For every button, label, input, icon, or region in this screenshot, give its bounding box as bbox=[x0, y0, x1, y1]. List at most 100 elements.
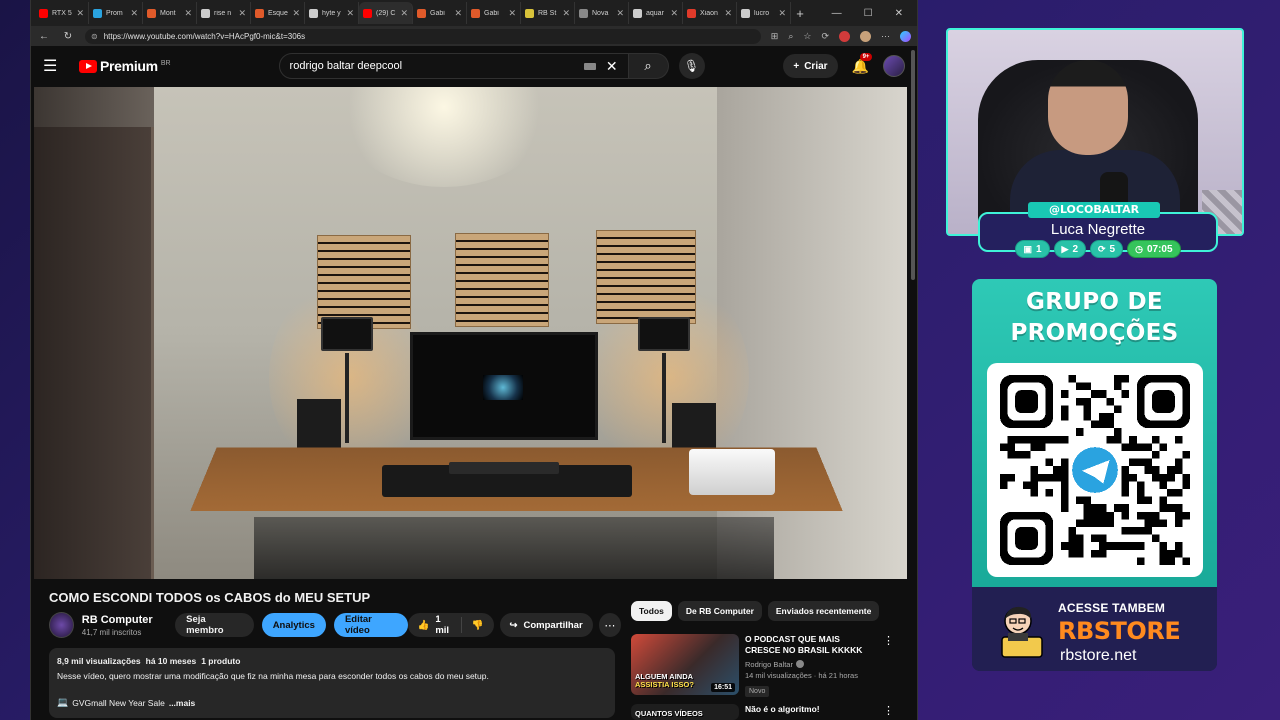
description-box[interactable]: 8,9 mil visualizações há 10 meses 1 prod… bbox=[49, 648, 615, 718]
qr-code-graphic bbox=[1000, 375, 1190, 565]
address-bar[interactable]: ⊜ https://www.youtube.com/watch?v=HAcPgf… bbox=[85, 28, 761, 44]
channel-avatar[interactable] bbox=[49, 612, 74, 638]
browser-tab[interactable]: Xiaon ✕ bbox=[683, 2, 737, 24]
more-dots-icon: ⋯ bbox=[604, 619, 616, 632]
tab-label: hyte y bbox=[322, 9, 341, 17]
hamburger-menu-icon[interactable]: ☰ bbox=[43, 56, 71, 76]
channel-name[interactable]: RB Computer bbox=[82, 614, 167, 626]
promo-title-line2: PROMOÇÕES bbox=[1010, 320, 1179, 346]
related-menu-icon[interactable]: ⋮ bbox=[883, 704, 894, 720]
tab-close-icon[interactable]: ✕ bbox=[454, 8, 462, 19]
account-avatar[interactable] bbox=[883, 55, 905, 77]
site-info-icon[interactable]: ⊜ bbox=[91, 32, 98, 41]
related-thumbnail[interactable]: QUANTOS VÍDEOS bbox=[631, 704, 739, 720]
related-video-item[interactable]: ALGUEM AINDA ASSISTIA ISSO? 16:51 O PODC… bbox=[631, 634, 894, 698]
share-button[interactable]: ↪ Compartilhar bbox=[499, 613, 593, 637]
browser-tab[interactable]: (29) C ✕ bbox=[359, 2, 413, 24]
related-menu-icon[interactable]: ⋮ bbox=[883, 634, 894, 698]
browser-tab[interactable]: Nova ✕ bbox=[575, 2, 629, 24]
new-badge: Novo bbox=[745, 685, 770, 697]
tab-close-icon[interactable]: ✕ bbox=[616, 8, 624, 19]
page-scrollbar[interactable] bbox=[911, 50, 915, 280]
scene-keyboard bbox=[449, 462, 559, 474]
create-button[interactable]: + Criar bbox=[783, 54, 838, 78]
tab-close-icon[interactable]: ✕ bbox=[292, 8, 300, 19]
browser-tab[interactable]: Esque ✕ bbox=[251, 2, 305, 24]
tab-label: RTX 5 bbox=[52, 9, 72, 17]
youtube-logo[interactable]: Premium BR bbox=[79, 58, 171, 74]
thumbnail-caption: ALGUEM AINDA ASSISTIA ISSO? bbox=[635, 673, 694, 689]
tab-close-icon[interactable]: ✕ bbox=[184, 8, 192, 19]
tab-close-icon[interactable]: ✕ bbox=[778, 8, 786, 19]
search-input[interactable]: rodrigo baltar deepcool ✕ bbox=[278, 53, 629, 79]
new-tab-button[interactable]: + bbox=[791, 6, 809, 21]
more-actions-button[interactable]: ⋯ bbox=[598, 613, 621, 637]
stat-sync-value: 5 bbox=[1109, 243, 1116, 255]
extension-icon[interactable] bbox=[839, 30, 850, 42]
analytics-button[interactable]: Analytics bbox=[261, 613, 326, 637]
search-button[interactable]: ⌕ bbox=[628, 53, 669, 79]
browser-tab[interactable]: RB St ✕ bbox=[521, 2, 575, 24]
bookmark-star-icon[interactable]: ☆ bbox=[803, 31, 811, 42]
voice-search-button[interactable]: 🎙 bbox=[678, 53, 705, 79]
related-title[interactable]: Não é o algoritmo! bbox=[745, 704, 877, 715]
tab-close-icon[interactable]: ✕ bbox=[130, 8, 138, 19]
chip-from-channel[interactable]: De RB Computer bbox=[677, 601, 762, 621]
chip-all[interactable]: Todos bbox=[631, 601, 672, 621]
dislike-button[interactable]: 👎 bbox=[462, 620, 494, 631]
chip-recently-uploaded[interactable]: Enviados recentemente bbox=[767, 601, 880, 621]
show-more-link[interactable]: ...mais bbox=[169, 698, 195, 708]
scene-desk-legs bbox=[254, 517, 774, 579]
description-promo-text: GVGmall New Year Sale bbox=[72, 697, 165, 708]
scene-door bbox=[34, 127, 154, 579]
tab-close-icon[interactable]: ✕ bbox=[400, 8, 408, 19]
browser-tab[interactable]: Gabi ✕ bbox=[467, 2, 521, 24]
url-text: https://www.youtube.com/watch?v=HAcPgf0-… bbox=[103, 31, 306, 41]
profile-icon[interactable] bbox=[860, 30, 871, 42]
clear-search-icon[interactable]: ✕ bbox=[606, 58, 618, 75]
browser-tab[interactable]: Gabi ✕ bbox=[413, 2, 467, 24]
menu-dots-icon[interactable]: ⋯ bbox=[881, 31, 890, 42]
related-title[interactable]: O PODCAST QUE MAIS CRESCE NO BRASIL KKKK… bbox=[745, 634, 877, 657]
reload-icon[interactable]: ↻ bbox=[61, 31, 75, 42]
extensions-icon[interactable]: ⟳ bbox=[821, 31, 829, 42]
browser-tab[interactable]: rise n ✕ bbox=[197, 2, 251, 24]
copilot-icon[interactable] bbox=[900, 30, 911, 42]
back-icon[interactable]: ← bbox=[37, 31, 51, 42]
video-title: COMO ESCONDI TODOS os CABOS do MEU SETUP bbox=[49, 590, 371, 605]
tab-close-icon[interactable]: ✕ bbox=[562, 8, 570, 19]
video-player[interactable] bbox=[34, 87, 907, 579]
browser-tab[interactable]: lucro ✕ bbox=[737, 2, 791, 24]
keyboard-icon[interactable] bbox=[583, 62, 596, 70]
related-thumbnail[interactable]: ALGUEM AINDA ASSISTIA ISSO? 16:51 bbox=[631, 634, 739, 695]
zoom-icon[interactable]: ⌕ bbox=[788, 31, 793, 42]
related-video-item[interactable]: QUANTOS VÍDEOS Não é o algoritmo! ⋮ bbox=[631, 704, 894, 720]
tab-close-icon[interactable]: ✕ bbox=[346, 8, 354, 19]
browser-tab[interactable]: RTX 5 ✕ bbox=[35, 2, 89, 24]
tabs-container: RTX 5 ✕ Prom ✕ Mont ✕ rise n ✕ Esque ✕ hyte y ✕ (29)… bbox=[35, 2, 791, 24]
apps-icon[interactable]: ⊞ bbox=[771, 31, 779, 42]
channel-meta: RB Computer 41,7 mil inscritos bbox=[82, 614, 167, 637]
notifications-button[interactable]: 🔔 9+ bbox=[852, 52, 873, 75]
clock-icon: ◷ bbox=[1135, 243, 1143, 254]
edit-video-button[interactable]: Editar vídeo bbox=[333, 613, 408, 637]
related-channel-name[interactable]: Rodrigo Baltar bbox=[745, 660, 793, 669]
tab-label: aquar bbox=[646, 9, 664, 17]
tab-close-icon[interactable]: ✕ bbox=[76, 8, 84, 19]
close-window-icon[interactable]: ✕ bbox=[895, 8, 903, 19]
minimize-icon[interactable]: — bbox=[832, 8, 842, 19]
header-right: + Criar 🔔 9+ bbox=[783, 52, 905, 78]
browser-tab[interactable]: Prom ✕ bbox=[89, 2, 143, 24]
browser-tab[interactable]: hyte y ✕ bbox=[305, 2, 359, 24]
tab-close-icon[interactable]: ✕ bbox=[508, 8, 516, 19]
like-button[interactable]: 👍 1 mil bbox=[408, 614, 462, 636]
store-name: RBSTORE bbox=[1058, 617, 1181, 645]
browser-tab[interactable]: aquar ✕ bbox=[629, 2, 683, 24]
browser-tab[interactable]: Mont ✕ bbox=[143, 2, 197, 24]
maximize-icon[interactable]: ☐ bbox=[864, 8, 873, 19]
tab-close-icon[interactable]: ✕ bbox=[724, 8, 732, 19]
plus-icon: + bbox=[793, 60, 800, 72]
tab-close-icon[interactable]: ✕ bbox=[238, 8, 246, 19]
tab-close-icon[interactable]: ✕ bbox=[670, 8, 678, 19]
join-button[interactable]: Seja membro bbox=[175, 613, 254, 637]
